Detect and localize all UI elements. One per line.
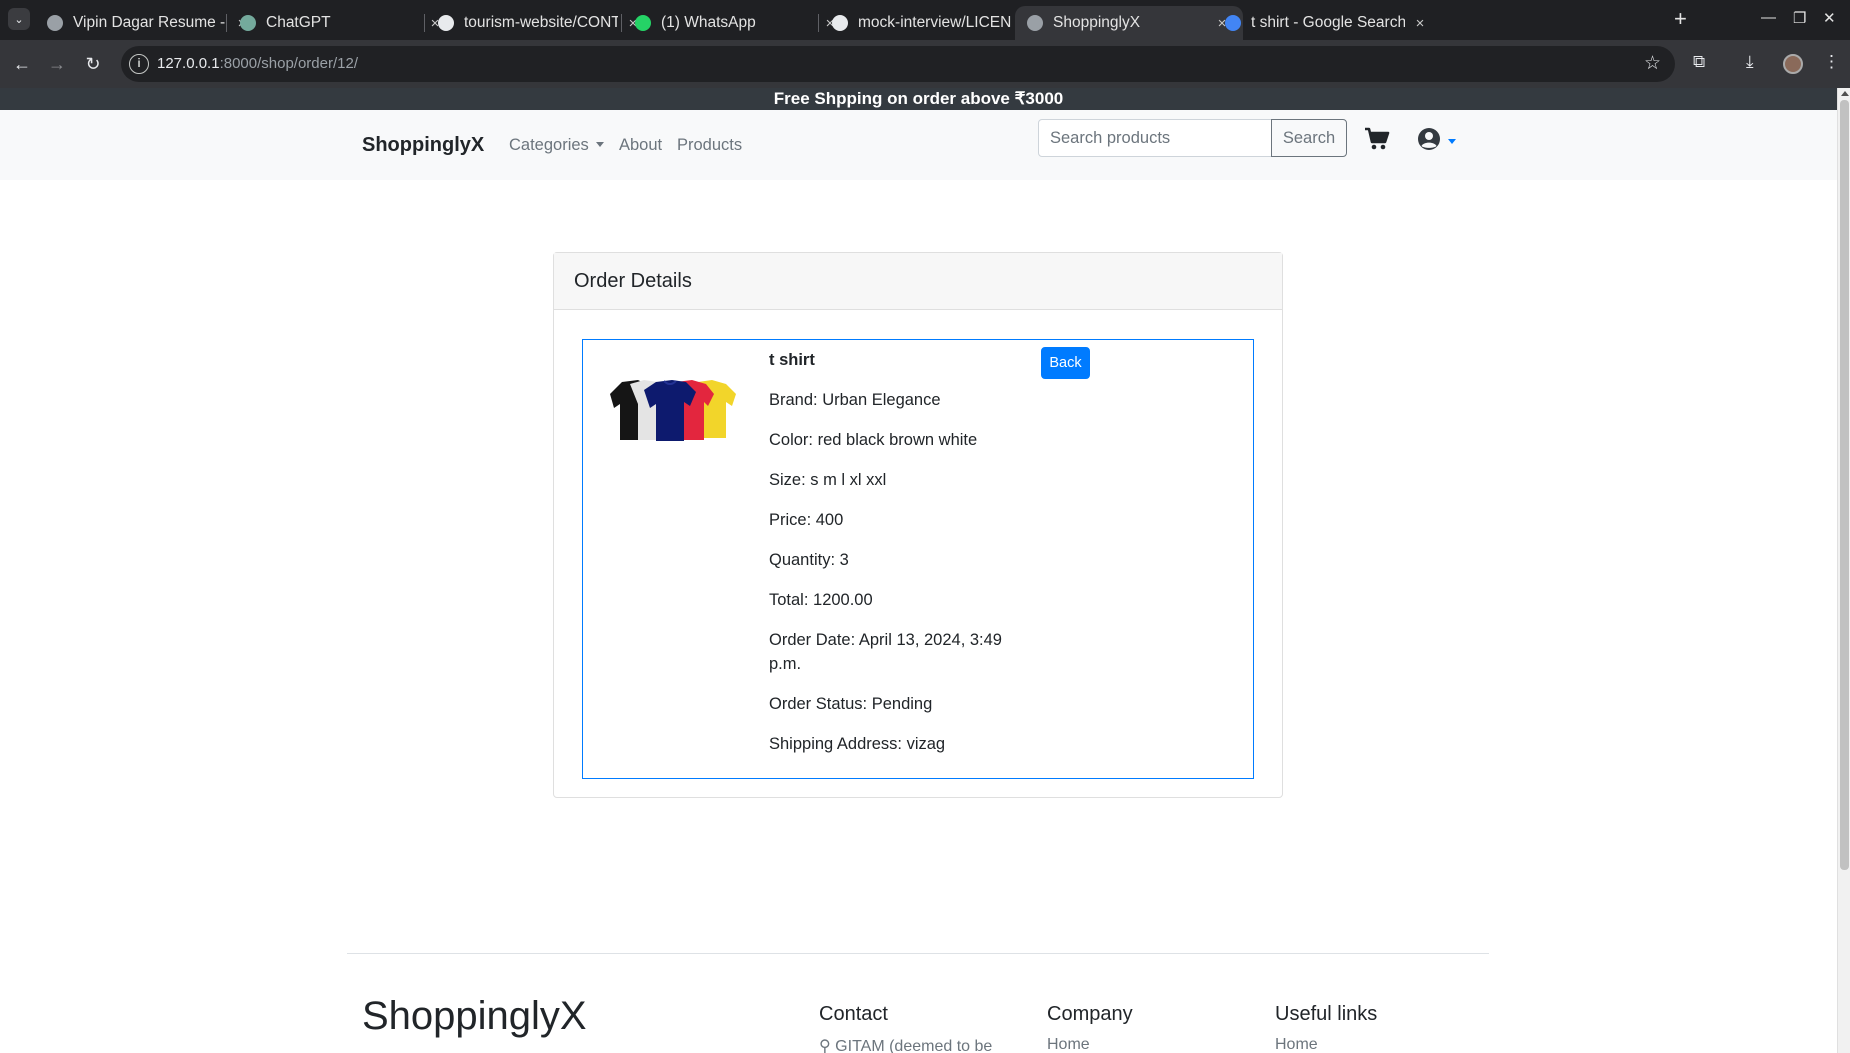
product-size: Size: s m l xl xxl xyxy=(769,471,887,489)
nav-about[interactable]: About xyxy=(619,136,662,155)
forward-arrow-icon[interactable]: → xyxy=(45,52,69,76)
product-image xyxy=(610,380,736,441)
product-name: t shirt xyxy=(769,351,815,369)
extensions-icon[interactable]: ⧉ xyxy=(1693,52,1705,72)
footer-company-heading: Company xyxy=(1047,1003,1133,1025)
product-brand: Brand: Urban Elegance xyxy=(769,391,941,409)
reload-icon[interactable]: ↻ xyxy=(81,52,105,76)
tab-title: t shirt - Google Search xyxy=(1251,14,1405,31)
order-date: Order Date: April 13, 2024, 3:49 p.m. xyxy=(769,631,1002,673)
promo-banner: Free Shpping on order above ₹3000 xyxy=(0,88,1837,110)
address-bar[interactable]: i 127.0.0.1:8000/shop/order/12/ ☆ xyxy=(121,46,1675,82)
browser-tab[interactable]: (1) WhatsApp × xyxy=(623,6,851,40)
user-menu-chevron-icon[interactable] xyxy=(1448,139,1456,144)
tab-separator xyxy=(621,14,622,32)
tab-search-icon[interactable]: ⌄ xyxy=(8,8,30,30)
order-details-card: Order Details t shirt Brand: Urban Elega… xyxy=(553,252,1283,798)
search-button[interactable]: Search xyxy=(1271,119,1347,157)
footer-address-text: GITAM (deemed to be xyxy=(835,1038,993,1053)
nav-categories-dropdown[interactable]: Categories xyxy=(509,136,604,155)
window-close-icon[interactable]: ✕ xyxy=(1823,9,1836,27)
tab-title: ShoppinglyX xyxy=(1053,14,1141,31)
tab-title: ChatGPT xyxy=(266,14,331,31)
order-item: t shirt Brand: Urban Elegance Color: red… xyxy=(582,339,1254,779)
cart-icon[interactable] xyxy=(1364,127,1390,151)
tab-separator xyxy=(818,14,819,32)
tab-title: tourism-website/CONTI xyxy=(464,14,618,31)
footer-useful-home-link[interactable]: Home xyxy=(1275,1036,1318,1053)
footer-useful-links-heading: Useful links xyxy=(1275,1003,1378,1025)
order-item-details: t shirt Brand: Urban Elegance Color: red… xyxy=(769,348,1009,772)
scrollbar-thumb[interactable] xyxy=(1840,100,1849,870)
tab-title: Vipin Dagar Resume - G xyxy=(73,14,227,31)
tab-close-icon[interactable]: × xyxy=(1411,15,1429,32)
url-path: :8000/shop/order/12/ xyxy=(219,55,358,72)
tab-favicon-icon xyxy=(240,15,256,31)
browser-tab[interactable]: mock-interview/LICENS× xyxy=(820,6,1048,40)
tab-separator xyxy=(226,14,227,32)
footer-brand: ShoppinglyX xyxy=(362,994,587,1038)
browser-tab[interactable]: tourism-website/CONTI × xyxy=(426,6,654,40)
minimize-icon[interactable]: — xyxy=(1761,9,1776,26)
chevron-down-icon xyxy=(595,142,604,147)
browser-tab[interactable]: ChatGPT × xyxy=(228,6,456,40)
bookmark-star-icon[interactable]: ☆ xyxy=(1644,52,1661,75)
page-viewport: Free Shpping on order above ₹3000 Shoppi… xyxy=(0,88,1837,1053)
footer-contact-address: ⚲ GITAM (deemed to be xyxy=(819,1036,992,1053)
browser-menu-icon[interactable]: ⋮ xyxy=(1823,52,1840,72)
nav-categories-label: Categories xyxy=(509,136,589,154)
scroll-up-arrow-icon[interactable] xyxy=(1841,91,1849,96)
new-tab-icon[interactable]: + xyxy=(1674,8,1687,30)
order-quantity: Quantity: 3 xyxy=(769,551,849,569)
map-pin-icon: ⚲ xyxy=(819,1038,831,1053)
downloads-icon[interactable]: ⤓ xyxy=(1746,52,1754,72)
page-scrollbar[interactable] xyxy=(1837,88,1850,1053)
nav-products[interactable]: Products xyxy=(677,136,742,155)
product-color: Color: red black brown white xyxy=(769,431,978,449)
site-navbar: ShoppinglyX Categories About Products Se… xyxy=(0,110,1837,180)
site-info-icon[interactable]: i xyxy=(129,54,149,74)
browser-tab[interactable]: ShoppinglyX × xyxy=(1015,6,1243,40)
order-status: Order Status: Pending xyxy=(769,695,933,713)
footer-company-home-link[interactable]: Home xyxy=(1047,1036,1090,1053)
browser-tabstrip: ⌄ Vipin Dagar Resume - G×ChatGPT×tourism… xyxy=(0,0,1850,40)
footer-contact-heading: Contact xyxy=(819,1003,888,1025)
tab-title: (1) WhatsApp xyxy=(661,14,756,31)
footer-divider xyxy=(347,953,1489,954)
browser-tab[interactable]: t shirt - Google Search × xyxy=(1213,6,1441,40)
product-price: Price: 400 xyxy=(769,511,844,529)
browser-toolbar: ← → ↻ i 127.0.0.1:8000/shop/order/12/ ☆ … xyxy=(0,40,1850,88)
tab-separator xyxy=(424,14,425,32)
search-input[interactable] xyxy=(1038,119,1272,157)
back-button[interactable]: Back xyxy=(1041,347,1090,379)
tab-favicon-icon xyxy=(1225,15,1241,31)
tab-favicon-icon xyxy=(438,15,454,31)
order-details-title: Order Details xyxy=(554,253,1282,310)
tab-favicon-icon xyxy=(47,15,63,31)
address-url[interactable]: 127.0.0.1:8000/shop/order/12/ xyxy=(157,55,358,72)
tab-favicon-icon xyxy=(832,15,848,31)
url-host: 127.0.0.1 xyxy=(157,55,220,72)
shipping-address: Shipping Address: vizag xyxy=(769,735,946,753)
tab-favicon-icon xyxy=(635,15,651,31)
navbar-brand[interactable]: ShoppinglyX xyxy=(362,134,484,157)
tab-title: mock-interview/LICENS xyxy=(858,14,1012,31)
user-account-icon[interactable] xyxy=(1417,127,1441,151)
back-arrow-icon[interactable]: ← xyxy=(10,52,34,76)
order-total: Total: 1200.00 xyxy=(769,591,873,609)
restore-icon[interactable]: ❐ xyxy=(1793,9,1806,27)
tab-favicon-icon xyxy=(1027,15,1043,31)
profile-avatar-icon[interactable] xyxy=(1783,54,1803,74)
